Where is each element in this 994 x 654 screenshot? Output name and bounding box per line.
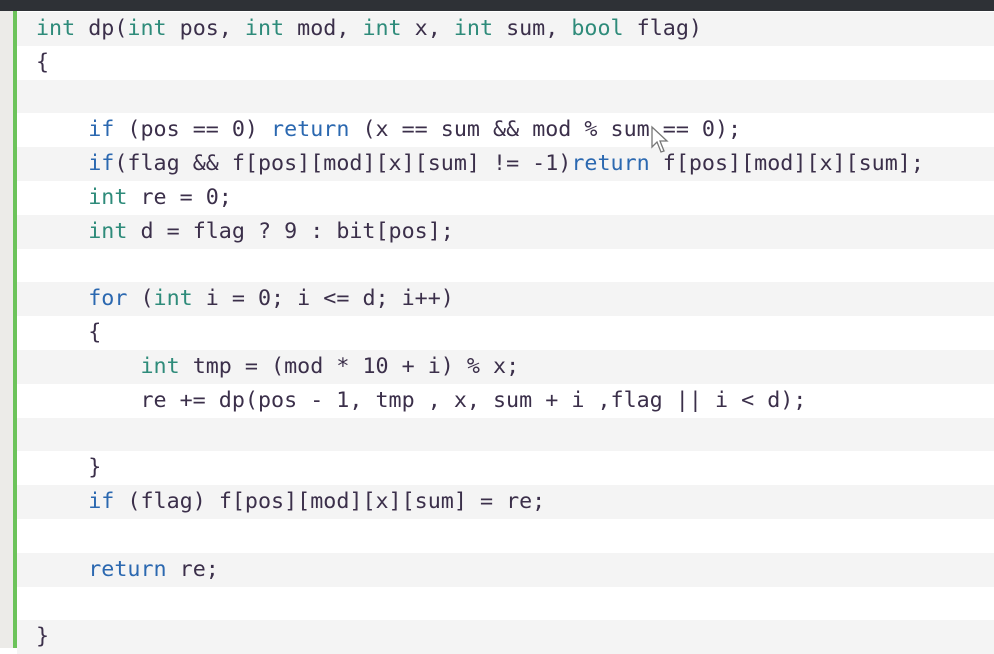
code-text: flag) bbox=[623, 16, 702, 41]
code-line[interactable] bbox=[17, 518, 994, 553]
code-line[interactable]: int re = 0; bbox=[17, 180, 994, 215]
code-text: { bbox=[36, 320, 102, 346]
code-text: sum, bbox=[493, 16, 572, 41]
window-top-bar bbox=[0, 0, 994, 11]
code-text: pos, bbox=[166, 16, 245, 41]
code-text: re = 0; bbox=[127, 184, 232, 210]
code-type: int bbox=[140, 353, 180, 379]
mouse-pointer-icon bbox=[651, 125, 669, 153]
code-line[interactable]: } bbox=[17, 451, 994, 486]
code-text: { bbox=[36, 49, 50, 75]
code-text: f[pos][mod][x][sum]; bbox=[649, 151, 924, 177]
code-text: re; bbox=[166, 556, 219, 582]
code-type: int bbox=[127, 16, 167, 41]
code-text: (pos == 0) bbox=[114, 117, 272, 143]
code-line[interactable] bbox=[17, 248, 994, 283]
code-line[interactable]: int tmp = (mod * 10 + i) % x; bbox=[17, 349, 994, 384]
code-text: } bbox=[36, 624, 50, 650]
code-line[interactable]: { bbox=[17, 316, 994, 350]
code-text: x, bbox=[401, 16, 454, 41]
editor-gutter bbox=[0, 11, 13, 648]
code-line[interactable]: if(flag && f[pos][mod][x][sum] != -1)ret… bbox=[17, 147, 994, 181]
code-text: tmp = (mod * 10 + i) % x; bbox=[179, 353, 520, 379]
code-keyword: if bbox=[88, 117, 115, 143]
code-line[interactable]: int d = flag ? 9 : bit[pos]; bbox=[17, 214, 994, 249]
code-text: d = flag ? 9 : bit[pos]; bbox=[127, 218, 454, 244]
code-line[interactable]: } bbox=[17, 620, 994, 654]
code-type: bool bbox=[571, 16, 624, 41]
code-text: re += dp(pos - 1, tmp , x, sum + i ,flag… bbox=[36, 387, 807, 413]
code-line[interactable]: return re; bbox=[17, 552, 994, 587]
code-keyword: for bbox=[88, 286, 128, 312]
code-keyword: return bbox=[571, 151, 650, 177]
code-text: dp( bbox=[75, 16, 128, 41]
code-type: int bbox=[36, 16, 76, 41]
code-editor[interactable]: int dp(int pos, int mod, int x, int sum,… bbox=[17, 12, 994, 654]
code-text: (flag && f[pos][mod][x][sum] != -1) bbox=[114, 151, 572, 177]
code-line[interactable] bbox=[17, 417, 994, 452]
code-line[interactable]: for (int i = 0; i <= d; i++) bbox=[17, 282, 994, 317]
code-type: int bbox=[244, 16, 285, 41]
code-type: int bbox=[153, 286, 193, 312]
code-line[interactable] bbox=[17, 586, 994, 621]
code-keyword: return bbox=[271, 117, 350, 143]
code-type: int bbox=[88, 184, 128, 210]
code-text: } bbox=[36, 455, 102, 481]
code-line[interactable]: if (flag) f[pos][mod][x][sum] = re; bbox=[17, 485, 994, 519]
code-keyword: if bbox=[88, 151, 115, 177]
code-type: int bbox=[362, 16, 402, 41]
code-type: int bbox=[453, 16, 494, 41]
code-text: (x == sum && mod % sum == 0); bbox=[349, 117, 742, 143]
code-line[interactable]: if (pos == 0) return (x == sum && mod % … bbox=[17, 113, 994, 148]
code-type: int bbox=[88, 218, 128, 244]
code-text: mod, bbox=[284, 16, 363, 41]
code-line[interactable]: re += dp(pos - 1, tmp , x, sum + i ,flag… bbox=[17, 383, 994, 418]
code-keyword: return bbox=[88, 556, 167, 582]
code-line[interactable] bbox=[17, 79, 994, 114]
code-line[interactable]: { bbox=[17, 45, 994, 80]
code-line[interactable]: int dp(int pos, int mod, int x, int sum,… bbox=[17, 12, 994, 46]
code-text: ( bbox=[127, 286, 154, 312]
code-text: i = 0; i <= d; i++) bbox=[192, 286, 454, 312]
code-text: (flag) f[pos][mod][x][sum] = re; bbox=[114, 489, 546, 515]
code-keyword: if bbox=[88, 489, 115, 515]
